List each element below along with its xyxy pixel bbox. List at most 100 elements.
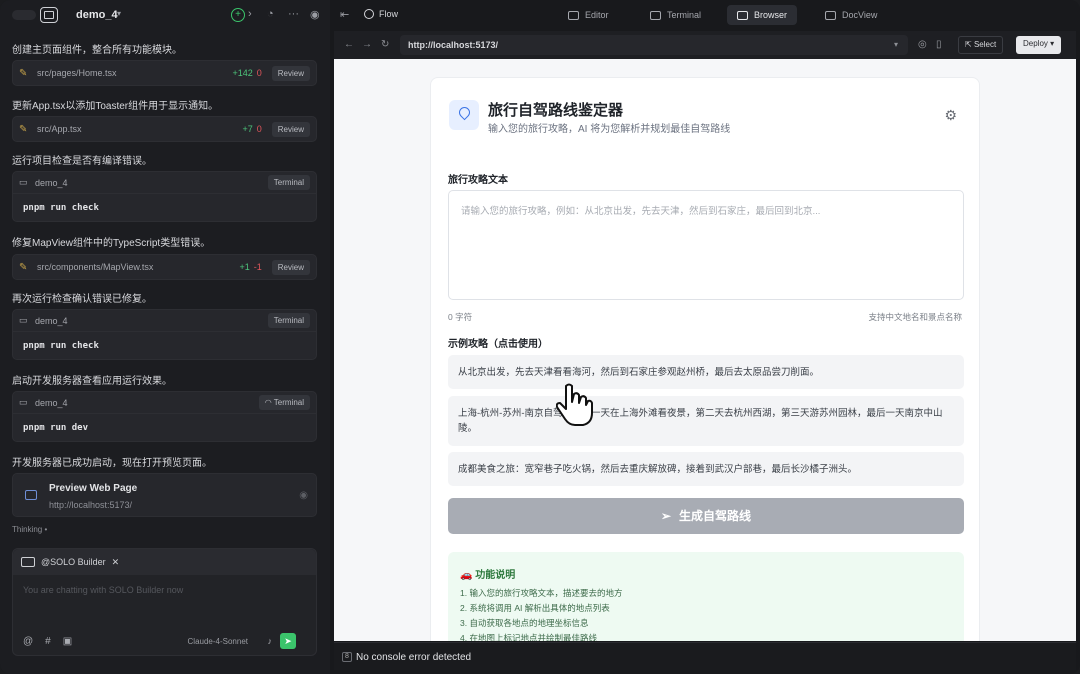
tab-docview[interactable]: DocView [815, 5, 887, 25]
terminal-card[interactable]: ▭ demo_4 Terminal pnpm run check [12, 171, 317, 222]
tab-terminal[interactable]: Terminal [640, 5, 711, 25]
history-icon[interactable]: ◔ [267, 8, 274, 20]
console-bar: 8 No console error detected [334, 642, 1076, 670]
file-change-card[interactable]: ✎ src/pages/Home.tsx +142 0 Review [12, 60, 317, 86]
image-icon[interactable]: ▣ [63, 636, 72, 647]
assistant-message: 运行项目检查是否有编译错误。 [12, 156, 152, 167]
tab-label: Browser [754, 10, 788, 20]
console-icon[interactable]: 8 [342, 652, 352, 662]
editor-icon [568, 10, 579, 20]
chat-placeholder[interactable]: You are chatting with SOLO Builder now [23, 585, 183, 595]
generate-label: 生成自驾路线 [679, 509, 752, 523]
generate-route-button[interactable]: ➢ 生成自驾路线 [448, 498, 964, 534]
model-selector[interactable]: Claude-4-Sonnet [188, 637, 248, 646]
edit-file-icon: ✎ [19, 261, 28, 273]
browser-viewport: 旅行自驾路线鉴定器 输入您的旅行攻略，AI 将为您解析并规划最佳自驾路线 ⚙ 旅… [334, 59, 1076, 641]
tools-icon: ✕ [111, 556, 120, 567]
collapse-panel-icon[interactable]: ⇤ [340, 8, 349, 21]
terminal-icon: ▭ [19, 397, 28, 407]
mic-icon[interactable]: ♪ [268, 636, 273, 646]
deploy-label: Deploy [1023, 39, 1048, 48]
flow-button[interactable]: Flow [364, 9, 398, 19]
review-button[interactable]: Review [271, 121, 310, 137]
send-icon: ➢ [660, 509, 672, 523]
chat-toolbar: @ # ▣ Claude-4-Sonnet ♪ ➤ [13, 627, 316, 655]
terminal-button[interactable]: ◠ Terminal [258, 395, 310, 410]
browser-toolbar: ← → ↻ http://localhost:5173/ ▾ ◎ ▯ ⇱ Sel… [334, 31, 1076, 59]
select-element-button[interactable]: ⇱ Select [958, 36, 1004, 54]
workspace-tabs-bar: ⇤ Flow Editor Terminal Browser DocView [330, 0, 1080, 30]
tab-editor[interactable]: Editor [558, 5, 619, 25]
inspect-icon[interactable]: ◎ [918, 39, 927, 50]
docview-icon [825, 10, 836, 20]
terminal-button[interactable]: Terminal [267, 175, 310, 190]
example-item[interactable]: 从北京出发，先去天津看看海河，然后到石家庄参观赵州桥，最后去太原品尝刀削面。 [448, 355, 964, 389]
assistant-message: 启动开发服务器查看应用运行效果。 [12, 376, 172, 387]
project-title[interactable]: demo_4 [76, 9, 118, 21]
lines-added: +1 [239, 262, 250, 272]
tab-label: Editor [585, 10, 609, 20]
tab-browser[interactable]: Browser [727, 5, 798, 25]
chevron-right-icon[interactable]: › [248, 8, 252, 20]
preview-url: http://localhost:5173/ [49, 500, 133, 510]
terminal-name: demo_4 [35, 315, 68, 326]
forward-icon[interactable]: → [362, 39, 372, 50]
terminal-card[interactable]: ▭ demo_4 Terminal pnpm run check [12, 309, 317, 360]
example-item[interactable]: 上海-杭州-苏州-南京自驾游：第一天在上海外滩看夜景，第二天去杭州西湖，第三天游… [448, 396, 964, 446]
file-change-card[interactable]: ✎ src/App.tsx +7 0 Review [12, 116, 317, 142]
terminal-button-label: Terminal [273, 398, 304, 407]
input-hint: 支持中文地名和景点名称 [868, 312, 962, 322]
review-button[interactable]: Review [271, 65, 310, 81]
example-item[interactable]: 成都美食之旅：宽窄巷子吃火锅，然后去重庆解放碑，接着到武汉户部巷，最后长沙橘子洲… [448, 452, 964, 486]
window-controls[interactable] [12, 10, 36, 20]
file-change-card[interactable]: ✎ src/components/MapView.tsx +1 -1 Revie… [12, 254, 317, 280]
preview-card[interactable]: Preview Web Page http://localhost:5173/ … [12, 473, 317, 517]
gear-icon[interactable]: ⚙ [944, 107, 957, 124]
travel-text-input[interactable]: 请输入您的旅行攻略，例如：从北京出发，先去天津，然后到石家庄，最后回到北京... [448, 190, 964, 300]
back-icon[interactable]: ← [344, 39, 354, 50]
pointer-icon: ⇱ [965, 40, 974, 49]
chevron-down-icon[interactable]: ▾ [894, 40, 898, 49]
mention-icon[interactable]: @ [23, 636, 33, 647]
lines-added: +142 [232, 68, 253, 78]
terminal-button[interactable]: Terminal [267, 313, 310, 328]
edit-file-icon: ✎ [19, 67, 28, 79]
assistant-message: 开发服务器已成功启动，现在打开预览页面。 [12, 458, 212, 469]
terminal-name: demo_4 [35, 177, 68, 188]
browser-icon [737, 10, 748, 20]
assistant-message: 创建主页面组件，整合所有功能模块。 [12, 45, 182, 56]
route-planner-card: 旅行自驾路线鉴定器 输入您的旅行攻略，AI 将为您解析并规划最佳自驾路线 ⚙ 旅… [430, 77, 980, 641]
review-button[interactable]: Review [271, 259, 310, 275]
loading-icon: ◠ [264, 398, 274, 407]
lines-removed: 0 [256, 124, 262, 134]
chat-header: demo_4 ▾ + › ◔ ··· ◉ [0, 0, 330, 30]
more-icon[interactable]: ··· [288, 8, 299, 20]
assistant-message: 修复MapView组件中的TypeScript类型错误。 [12, 238, 211, 249]
char-count: 0 字符 [448, 312, 473, 322]
chat-input-box[interactable]: @SOLO Builder ✕ You are chatting with SO… [12, 548, 317, 656]
examples-label: 示例攻略（点击使用） [448, 339, 548, 350]
solo-logo-icon [40, 7, 58, 23]
add-icon[interactable]: + [231, 8, 245, 22]
send-button[interactable]: ➤ [280, 633, 296, 649]
file-path: src/components/MapView.tsx [37, 262, 154, 272]
assistant-message: 更新App.tsx以添加Toaster组件用于显示通知。 [12, 101, 219, 112]
reload-icon[interactable]: ↻ [381, 39, 389, 50]
chevron-down-icon[interactable]: ▾ [117, 9, 121, 18]
browser-icon [25, 490, 37, 500]
url-input[interactable]: http://localhost:5173/ [400, 35, 908, 55]
hash-icon[interactable]: # [45, 636, 51, 647]
features-box: 🚗 功能说明 1. 输入您的旅行攻略文本，描述要去的地方 2. 系统将调用 AI… [448, 552, 964, 641]
file-path: src/pages/Home.tsx [37, 68, 117, 78]
page-subtitle: 输入您的旅行攻略，AI 将为您解析并规划最佳自驾路线 [488, 124, 731, 135]
account-icon[interactable]: ◉ [310, 8, 320, 21]
assistant-message: 再次运行检查确认错误已修复。 [12, 294, 152, 305]
tab-label: DocView [842, 10, 878, 20]
flow-label: Flow [379, 9, 399, 19]
terminal-icon: ▭ [19, 177, 28, 187]
deploy-button[interactable]: Deploy ▾ [1016, 36, 1062, 54]
flow-icon [364, 9, 374, 19]
device-icon[interactable]: ▯ [936, 39, 942, 50]
terminal-card[interactable]: ▭ demo_4 ◠ Terminal pnpm run dev [12, 391, 317, 442]
eye-icon[interactable]: ◉ [299, 490, 308, 501]
